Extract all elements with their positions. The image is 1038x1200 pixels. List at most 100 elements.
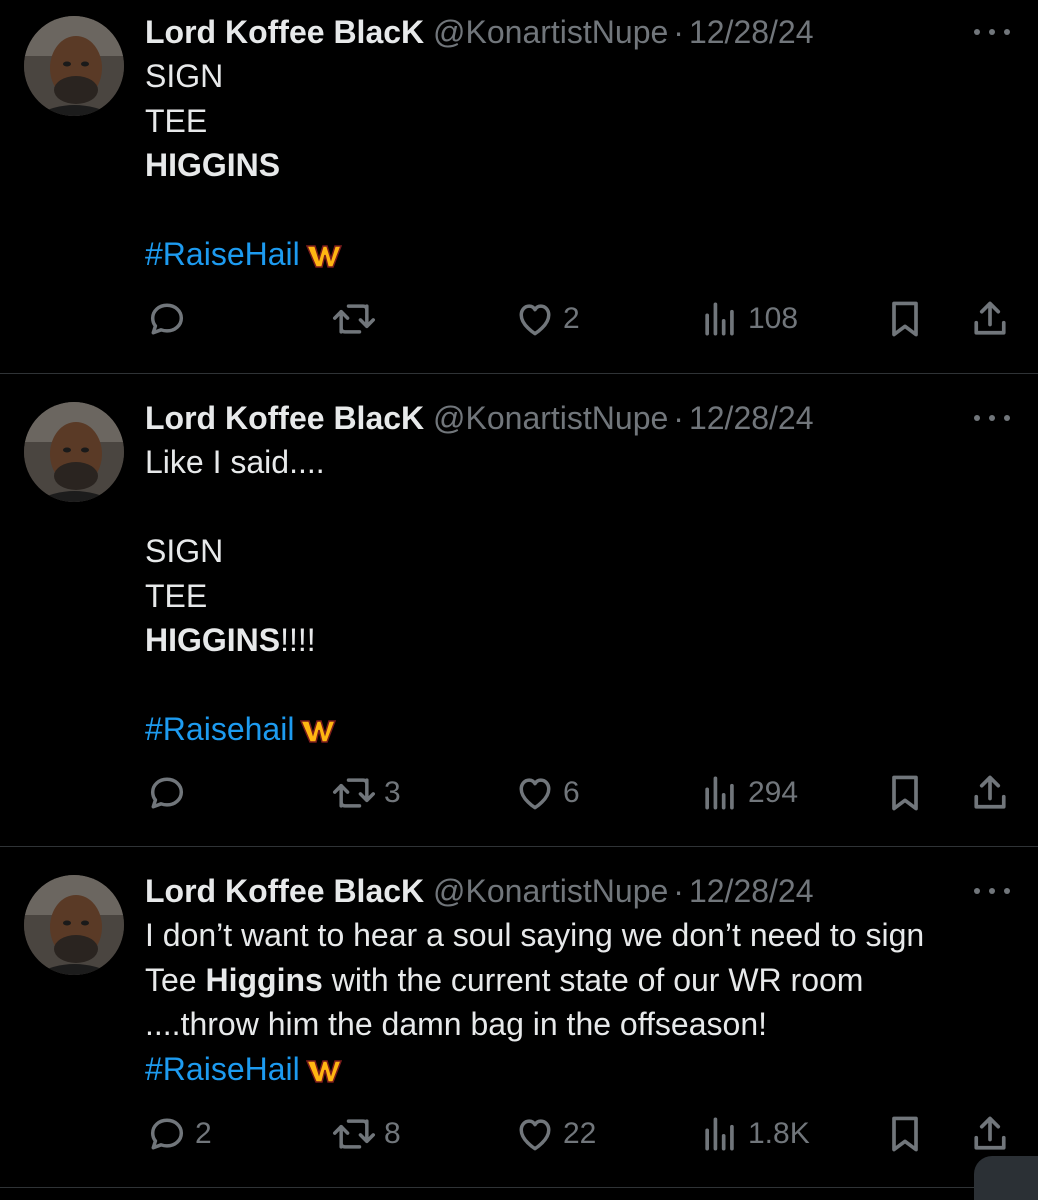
hashtag-link[interactable]: #Raisehail [145, 711, 294, 747]
tweet-text: I don’t want to hear a soul saying we do… [145, 913, 1012, 1091]
view-count: 1.8K [748, 1117, 810, 1150]
tweet-divider [0, 1187, 1038, 1188]
hashtag-link[interactable]: #RaiseHail [145, 236, 300, 272]
commanders-logo-icon [305, 236, 342, 281]
text-bold: HIGGINS [145, 622, 281, 658]
tweet-header: Lord Koffee BlacK @KonartistNupe · 12/28/2… [145, 10, 1012, 54]
bookmark-icon [892, 1116, 918, 1152]
author-name[interactable]: Lord Koffee BlacK [145, 400, 424, 436]
avatar[interactable] [24, 402, 124, 502]
text-line: TEE [145, 577, 208, 614]
tweet-content: Lord Koffee BlacK @KonartistNupe · 12/28/2… [145, 10, 1012, 277]
commanders-logo-icon [305, 1051, 342, 1096]
commanders-logo-icon [300, 711, 337, 756]
hashtag-link[interactable]: #RaiseHail [145, 1051, 300, 1087]
repost-count: 8 [384, 1117, 401, 1150]
repost-button[interactable]: 3 [330, 769, 401, 817]
tweet-date[interactable]: 12/28/24 [689, 400, 814, 436]
tweet-text: Like I said.... SIGN TEE HIGGINS!!!! #Ra… [145, 440, 1012, 752]
avatar[interactable] [24, 875, 124, 975]
bookmark-button[interactable] [883, 295, 927, 343]
views-button[interactable]: 108 [698, 295, 798, 343]
more-options-icon[interactable] [972, 408, 1012, 428]
tweet[interactable]: Lord Koffee BlacK @KonartistNupe · 12/28/2… [0, 847, 1038, 1187]
text-line: TEE [145, 102, 208, 139]
repost-icon [333, 778, 375, 808]
heart-icon [519, 1119, 551, 1151]
bookmark-icon [892, 775, 918, 811]
action-bar: 2 108 [145, 295, 1012, 343]
text-rest: !!!! [280, 622, 316, 658]
reply-icon [150, 303, 184, 335]
tweet-header: Lord Koffee BlacK @KonartistNupe · 12/28/2… [145, 396, 1012, 440]
more-options-icon[interactable] [972, 881, 1012, 901]
heart-icon [519, 304, 551, 336]
share-button[interactable] [968, 1110, 1012, 1158]
view-count: 294 [748, 776, 799, 809]
like-button[interactable]: 2 [513, 295, 580, 343]
tweet-header: Lord Koffee BlacK @KonartistNupe · 12/28/2… [145, 869, 1012, 913]
bookmark-icon [892, 301, 918, 337]
share-icon [974, 301, 1006, 335]
avatar[interactable] [24, 16, 124, 116]
share-icon [974, 775, 1006, 809]
reply-icon [150, 1118, 184, 1150]
share-button[interactable] [968, 769, 1012, 817]
text-bold: Higgins [205, 961, 323, 998]
heart-icon [519, 778, 551, 810]
like-button[interactable]: 22 [513, 1110, 596, 1158]
text-line: Like I said.... [145, 444, 325, 480]
views-icon [705, 776, 734, 810]
views-button[interactable]: 294 [698, 769, 798, 817]
action-bar: 2 8 22 1.8K [145, 1110, 1012, 1158]
text-line: I don’t want to hear a soul saying we do… [145, 917, 925, 953]
views-button[interactable]: 1.8K [698, 1110, 810, 1158]
tweet-text: SIGN TEE HIGGINS #RaiseHail [145, 54, 1012, 277]
views-icon [705, 1117, 734, 1151]
tweet[interactable]: Lord Koffee BlacK @KonartistNupe · 12/28/2… [0, 0, 1038, 373]
reply-count: 2 [195, 1117, 212, 1150]
like-count: 6 [563, 776, 580, 809]
repost-button[interactable] [330, 295, 384, 343]
timeline-feed: Lord Koffee BlacK @KonartistNupe · 12/28/2… [0, 0, 1038, 1200]
reply-button[interactable] [145, 295, 195, 343]
reply-button[interactable]: 2 [145, 1110, 212, 1158]
bookmark-button[interactable] [883, 1110, 927, 1158]
text-part: with the current state of our WR room [322, 961, 864, 998]
repost-count: 3 [384, 776, 401, 809]
repost-icon [333, 1119, 375, 1149]
view-count: 108 [748, 302, 799, 335]
tweet-content: Lord Koffee BlacK @KonartistNupe · 12/28/2… [145, 869, 1012, 1091]
text-part: Tee [145, 961, 206, 998]
floating-compose-button[interactable] [974, 1156, 1038, 1200]
text-line: SIGN [145, 533, 224, 569]
tweet[interactable]: Lord Koffee BlacK @KonartistNupe · 12/28/2… [0, 374, 1038, 846]
more-options-icon[interactable] [972, 22, 1012, 42]
author-name[interactable]: Lord Koffee BlacK [145, 14, 424, 50]
like-count: 2 [563, 302, 580, 335]
text-line: ....throw him the damn bag in the offsea… [145, 1006, 767, 1042]
text-line: HIGGINS [145, 147, 281, 183]
share-button[interactable] [968, 295, 1012, 343]
bookmark-button[interactable] [883, 769, 927, 817]
author-name[interactable]: Lord Koffee BlacK [145, 873, 424, 909]
tweet-date[interactable]: 12/28/24 [689, 14, 814, 50]
share-icon [974, 1116, 1006, 1150]
like-count: 22 [563, 1117, 597, 1150]
separator: · [673, 873, 684, 909]
author-handle[interactable]: @KonartistNupe [433, 400, 668, 436]
separator: · [673, 14, 684, 50]
views-icon [705, 302, 734, 336]
tweet-date[interactable]: 12/28/24 [689, 873, 814, 909]
text-line: SIGN [145, 58, 224, 94]
author-handle[interactable]: @KonartistNupe [433, 873, 668, 909]
action-bar: 3 6 294 [145, 769, 1012, 817]
author-handle[interactable]: @KonartistNupe [433, 14, 668, 50]
separator: · [673, 400, 684, 436]
reply-icon [150, 777, 184, 809]
reply-button[interactable] [145, 769, 195, 817]
tweet-content: Lord Koffee BlacK @KonartistNupe · 12/28/2… [145, 396, 1012, 752]
repost-icon [333, 304, 375, 334]
like-button[interactable]: 6 [513, 769, 580, 817]
repost-button[interactable]: 8 [330, 1110, 401, 1158]
